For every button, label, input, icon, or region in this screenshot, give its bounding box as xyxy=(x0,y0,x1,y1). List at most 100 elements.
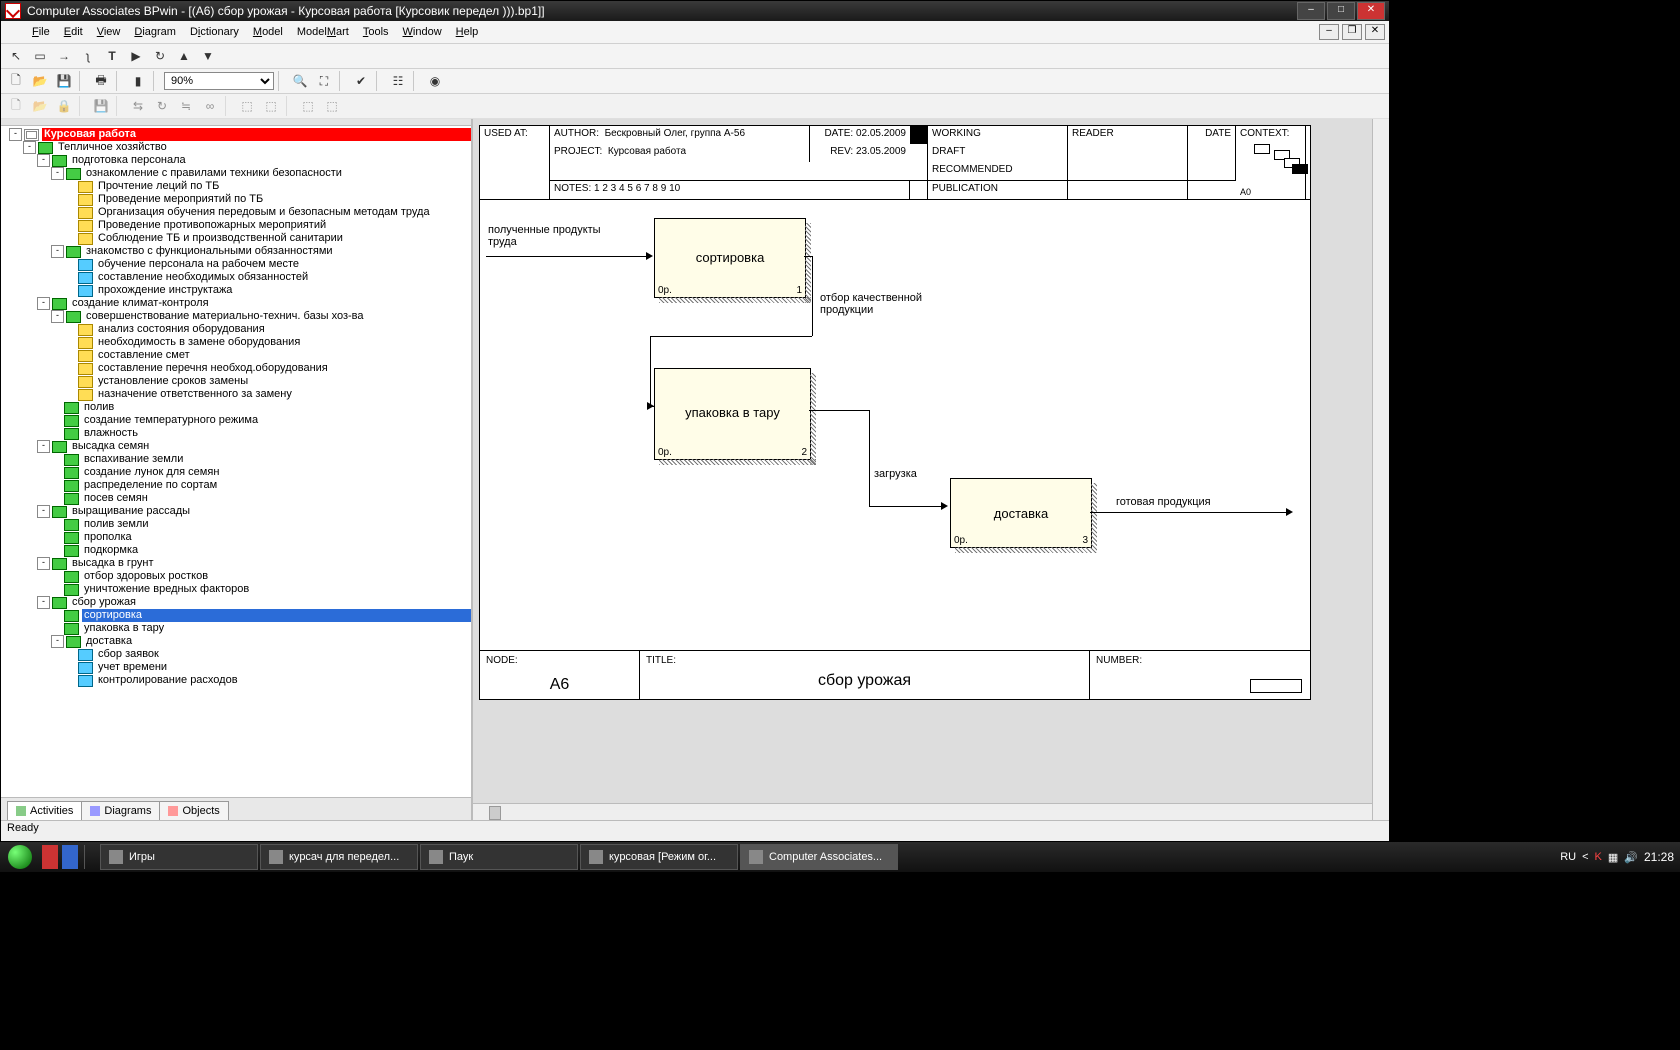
tree-toggle-icon[interactable]: - xyxy=(37,557,50,570)
tree-node[interactable]: назначение ответственного за замену xyxy=(1,388,471,401)
tab-activities[interactable]: Activities xyxy=(7,801,82,820)
modelmart-icon[interactable]: ◉ xyxy=(424,70,446,92)
save-icon[interactable]: 💾 xyxy=(53,70,75,92)
tree-node[interactable]: -знакомство с функциональными обязанност… xyxy=(1,245,471,258)
activity-box-tool-icon[interactable]: ▭ xyxy=(29,45,51,67)
tray-sound-icon[interactable]: 🔊 xyxy=(1624,851,1638,864)
tree-node[interactable]: Проведение мероприятий по ТБ xyxy=(1,193,471,206)
activity-box-3[interactable]: доставка 0р. 3 xyxy=(950,478,1092,548)
tree-node[interactable]: установление сроков замены xyxy=(1,375,471,388)
spellcheck-icon[interactable]: ✔ xyxy=(350,70,372,92)
tree-node[interactable]: Организация обучения передовым и безопас… xyxy=(1,206,471,219)
tree-node[interactable]: -высадка семян xyxy=(1,440,471,453)
menu-dictionary[interactable]: Dictionary xyxy=(183,24,246,40)
tree-toggle-icon[interactable]: - xyxy=(37,505,50,518)
minimize-button[interactable]: – xyxy=(1297,2,1325,20)
taskbar-button[interactable]: Паук xyxy=(420,844,578,870)
menu-tools[interactable]: Tools xyxy=(356,24,396,40)
tree-node[interactable]: сбор заявок xyxy=(1,648,471,661)
tree-node[interactable]: упаковка в тару xyxy=(1,622,471,635)
text-tool-icon[interactable]: T xyxy=(101,45,123,67)
activity-box-1[interactable]: сортировка 0р. 1 xyxy=(654,218,806,298)
zoom-select[interactable]: 90% xyxy=(164,72,274,90)
taskbar-button[interactable]: курсач для передел... xyxy=(260,844,418,870)
language-indicator[interactable]: RU xyxy=(1560,851,1576,863)
tree-toggle-icon[interactable]: - xyxy=(37,297,50,310)
tree-node[interactable]: посев семян xyxy=(1,492,471,505)
menu-file[interactable]: File xyxy=(25,24,57,40)
tree-node[interactable]: создание температурного режима xyxy=(1,414,471,427)
redo-nav-icon[interactable]: ↻ xyxy=(149,45,171,67)
zoom-fit-icon[interactable]: ⛶ xyxy=(313,70,335,92)
tree-node[interactable]: -высадка в грунт xyxy=(1,557,471,570)
pointer-tool-icon[interactable]: ↖ xyxy=(5,45,27,67)
arrow-tool-icon[interactable]: → xyxy=(53,45,75,67)
diagram-canvas[interactable]: USED AT: AUTHOR: Бескровный Олег, группа… xyxy=(473,119,1372,803)
tree-toggle-icon[interactable]: - xyxy=(37,596,50,609)
tree-node[interactable]: контролирование расходов xyxy=(1,674,471,687)
tree-node[interactable]: -подготовка персонала xyxy=(1,154,471,167)
start-button[interactable] xyxy=(0,842,40,872)
quicklaunch-icon[interactable] xyxy=(42,845,58,869)
tree-node[interactable]: отбор здоровых ростков xyxy=(1,570,471,583)
go-parent-icon[interactable]: ▶ xyxy=(125,45,147,67)
tree-node[interactable]: обучение персонала на рабочем месте xyxy=(1,258,471,271)
tree-node[interactable]: Соблюдение ТБ и производственной санитар… xyxy=(1,232,471,245)
tree-toggle-icon[interactable]: - xyxy=(37,440,50,453)
tree-toggle-icon[interactable]: - xyxy=(51,310,64,323)
tree-node[interactable]: прохождение инструктажа xyxy=(1,284,471,297)
tree-toggle-icon[interactable]: - xyxy=(51,635,64,648)
tree-node[interactable]: уничтожение вредных факторов xyxy=(1,583,471,596)
mdi-close-button[interactable]: ✕ xyxy=(1365,24,1385,40)
tree-toggle-icon[interactable]: - xyxy=(9,128,22,141)
tree-node[interactable]: составление необходимых обязанностей xyxy=(1,271,471,284)
tree-node[interactable]: учет времени xyxy=(1,661,471,674)
activity-box-2[interactable]: упаковка в тару 0р. 2 xyxy=(654,368,811,460)
taskbar-button[interactable]: Игры xyxy=(100,844,258,870)
tree-toggle-icon[interactable]: - xyxy=(51,245,64,258)
taskbar-button[interactable]: Computer Associates... xyxy=(740,844,898,870)
menu-help[interactable]: Help xyxy=(449,24,486,40)
tray-chevron-icon[interactable]: < xyxy=(1582,851,1588,863)
tree-node[interactable]: -Тепличное хозяйство xyxy=(1,141,471,154)
tree-node[interactable]: создание лунок для семян xyxy=(1,466,471,479)
mdi-minimize-button[interactable]: – xyxy=(1319,24,1339,40)
tab-diagrams[interactable]: Diagrams xyxy=(81,801,160,820)
tree-node[interactable]: необходимость в замене оборудования xyxy=(1,336,471,349)
v-scrollbar[interactable] xyxy=(1372,119,1389,820)
tree-node[interactable]: -доставка xyxy=(1,635,471,648)
zoom-in-icon[interactable]: 🔍 xyxy=(289,70,311,92)
tree-node[interactable]: -сбор урожая xyxy=(1,596,471,609)
tree-node[interactable]: полив земли xyxy=(1,518,471,531)
tree-node[interactable]: сортировка xyxy=(1,609,471,622)
tree-node[interactable]: прополка xyxy=(1,531,471,544)
tree-node[interactable]: Прочтение леций по ТБ xyxy=(1,180,471,193)
diagram-body[interactable]: полученные продукты труда сортировка 0р.… xyxy=(480,200,1310,651)
tray-kaspersky-icon[interactable]: K xyxy=(1595,851,1602,863)
tray-network-icon[interactable]: ▦ xyxy=(1608,851,1618,864)
tab-objects[interactable]: Objects xyxy=(159,801,228,820)
tree-toggle-icon[interactable]: - xyxy=(51,167,64,180)
maximize-button[interactable]: □ xyxy=(1327,2,1355,20)
menu-model[interactable]: Model xyxy=(246,24,290,40)
tree-node[interactable]: -выращивание рассады xyxy=(1,505,471,518)
activity-tree[interactable]: -Курсовая работа-Тепличное хозяйство-под… xyxy=(1,126,471,797)
close-button[interactable]: ✕ xyxy=(1357,2,1385,20)
h-scrollbar[interactable] xyxy=(473,803,1372,820)
tree-node[interactable]: Проведение противопожарных мероприятий xyxy=(1,219,471,232)
tree-node[interactable]: -создание климат-контроля xyxy=(1,297,471,310)
tree-node[interactable]: влажность xyxy=(1,427,471,440)
mdi-restore-button[interactable]: ❐ xyxy=(1342,24,1362,40)
tree-node[interactable]: распределение по сортам xyxy=(1,479,471,492)
menu-modelmart[interactable]: ModelMart xyxy=(290,24,356,40)
tree-node[interactable]: -ознакомление с правилами техники безопа… xyxy=(1,167,471,180)
tree-toggle-icon[interactable]: - xyxy=(37,154,50,167)
model-explorer-icon[interactable]: ☷ xyxy=(387,70,409,92)
new-icon[interactable]: 🗋 xyxy=(5,70,27,92)
menu-view[interactable]: View xyxy=(90,24,128,40)
menu-diagram[interactable]: Diagram xyxy=(127,24,183,40)
menu-window[interactable]: Window xyxy=(396,24,449,40)
triangle-up-icon[interactable]: ▲ xyxy=(173,45,195,67)
tree-node[interactable]: -совершенствование материально-технич. б… xyxy=(1,310,471,323)
menu-edit[interactable]: Edit xyxy=(57,24,90,40)
